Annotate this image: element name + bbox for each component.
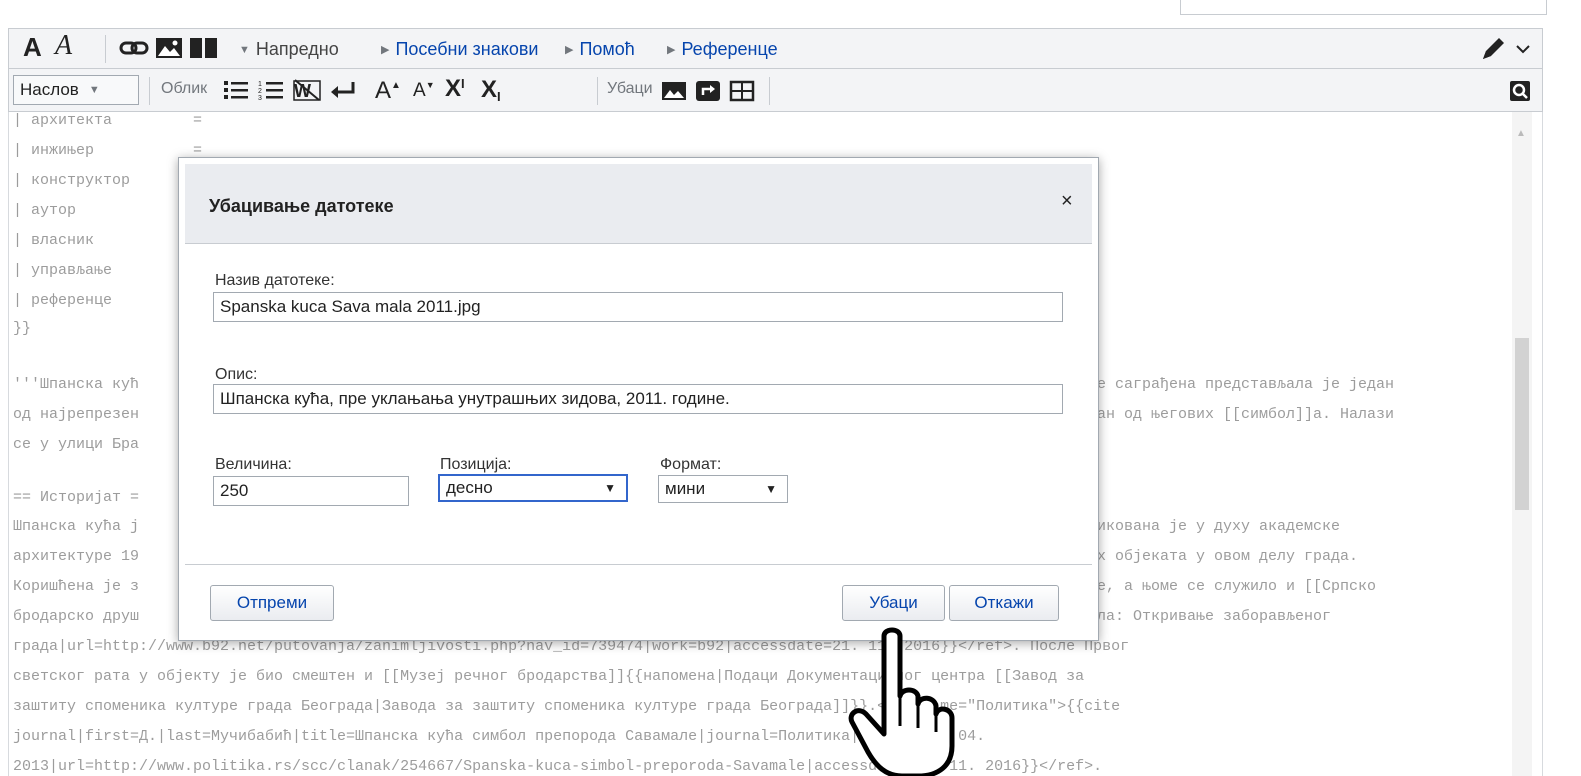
format-group-label: Облик [161, 80, 208, 97]
caret-down-icon: ▼ [88, 84, 100, 96]
heading-select[interactable]: Наслов ▼ [13, 75, 139, 105]
bulleted-list-icon [224, 81, 248, 99]
caption-label: Опис: [215, 366, 258, 383]
chevron-down-icon [1516, 45, 1530, 54]
cancel-button[interactable]: Откажи [949, 585, 1059, 621]
expand-triangle-icon: ▶ [565, 44, 574, 56]
svg-text:1: 1 [258, 81, 262, 88]
table-icon [729, 80, 755, 102]
tab-help[interactable]: ▶ Помоћ [565, 39, 635, 60]
gallery-icon [662, 82, 686, 100]
insert-button[interactable]: Убаци [842, 585, 945, 621]
nowiki-button[interactable]: W [293, 78, 321, 102]
insert-redirect-button[interactable] [695, 79, 721, 103]
superscript-button[interactable]: X I [445, 75, 465, 103]
size-input[interactable] [213, 476, 409, 506]
filename-label: Назив датотеке: [215, 272, 335, 289]
image-button[interactable] [155, 36, 183, 60]
redirect-icon [696, 81, 720, 101]
tab-advanced[interactable]: ▼ Напредно [239, 39, 339, 60]
svg-text:2: 2 [258, 88, 262, 95]
upload-button[interactable]: Отпреми [210, 585, 334, 621]
bold-button[interactable]: A [23, 32, 42, 63]
numbered-list-icon: 1 2 3 [258, 81, 283, 102]
bigger-text-button[interactable]: A ▲ [375, 77, 401, 105]
format-label: Формат: [660, 456, 722, 473]
link-icon [119, 41, 149, 55]
caret-up-icon: ▲ [391, 79, 401, 91]
format-select[interactable]: мини ▼ [658, 475, 788, 503]
caption-input[interactable] [213, 384, 1063, 414]
filename-input[interactable] [213, 292, 1063, 322]
dropdown-arrow-icon: ▼ [604, 481, 616, 495]
toolbar-separator [149, 77, 150, 105]
book-icon [190, 38, 217, 58]
dialog-title: Убацивање датотеке [209, 196, 394, 216]
caret-down-small-icon: ▼ [425, 80, 435, 90]
editor-toolbar-format: Наслов ▼ Облик 1 2 3 W A ▲ A ▼ X I X I У… [8, 68, 1543, 112]
italic-button[interactable]: A [55, 30, 72, 62]
smaller-text-button[interactable]: A ▼ [413, 80, 435, 102]
size-label: Величина: [215, 456, 292, 473]
editor-toolbar-main: A A ▼ Напредно ▶ Посебни знакови ▶ Помоћ [8, 28, 1543, 68]
toolbar-separator [597, 77, 598, 105]
subscript-button[interactable]: X I [481, 75, 501, 105]
bulleted-list-button[interactable] [223, 78, 249, 102]
position-label: Позиција: [440, 456, 512, 473]
toolbar-separator [769, 77, 770, 105]
newline-icon [331, 82, 355, 98]
expand-triangle-icon: ▶ [381, 44, 390, 56]
search-icon [1510, 81, 1530, 101]
dialog-footer-divider [185, 564, 1092, 565]
insert-file-dialog: Убацивање датотеке × Назив датотеке: Опи… [178, 157, 1099, 641]
toolbar-separator [105, 35, 106, 63]
top-strip [0, 0, 1581, 28]
close-icon[interactable]: × [1061, 190, 1073, 213]
image-icon [156, 38, 182, 58]
svg-text:3: 3 [258, 95, 262, 102]
newline-button[interactable] [329, 78, 357, 102]
dialog-header: Убацивање датотеке × [185, 164, 1092, 244]
collapse-triangle-icon: ▼ [239, 43, 250, 56]
dropdown-arrow-icon: ▼ [765, 482, 777, 496]
hand-pointer-icon [848, 627, 955, 776]
nowiki-icon: W [293, 79, 321, 101]
insert-gallery-button[interactable] [661, 79, 687, 103]
edit-mode-button[interactable] [1479, 35, 1531, 63]
insert-group-label: Убаци [607, 80, 653, 97]
link-button[interactable] [119, 37, 149, 59]
position-select[interactable]: десно ▼ [438, 474, 628, 502]
tab-special-characters[interactable]: ▶ Посебни знакови [381, 39, 538, 60]
pencil-icon [1483, 38, 1504, 59]
expand-triangle-icon: ▶ [667, 44, 676, 56]
reference-book-button[interactable] [189, 36, 219, 60]
tab-references[interactable]: ▶ Референце [667, 39, 778, 60]
search-box-edge[interactable] [1180, 0, 1547, 15]
numbered-list-button[interactable]: 1 2 3 [257, 78, 285, 102]
search-replace-button[interactable] [1509, 79, 1531, 103]
insert-table-button[interactable] [729, 79, 755, 103]
